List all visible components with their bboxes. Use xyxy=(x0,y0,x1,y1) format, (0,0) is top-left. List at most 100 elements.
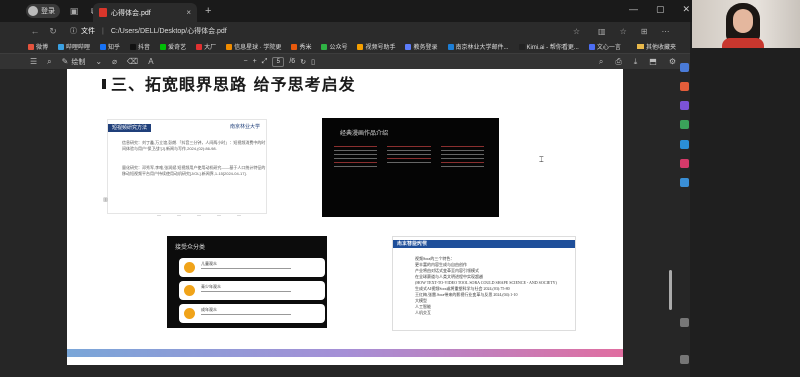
total-pages: /6 xyxy=(289,58,296,65)
bookmark-item[interactable]: 视频号助手 xyxy=(357,42,395,51)
bookmark-favicon-icon xyxy=(518,43,525,50)
search-icon[interactable]: ⌕ xyxy=(599,57,603,67)
workspaces-icon[interactable]: ▣ xyxy=(68,5,80,17)
file-info-icon: ⓘ xyxy=(70,28,77,35)
bookmark-item[interactable]: 哔哩哔哩 xyxy=(58,42,90,51)
webcam-person-shirt xyxy=(722,38,764,48)
zoom-in-icon[interactable]: + xyxy=(253,58,257,65)
read-aloud-icon[interactable]: A xyxy=(148,57,153,66)
bookmark-item[interactable]: 爱奇艺 xyxy=(160,42,186,51)
shopping-icon[interactable] xyxy=(680,82,689,91)
bookmark-item[interactable]: Kimi.ai - 帮你看更... xyxy=(518,42,579,51)
bookmark-item[interactable]: 公众号 xyxy=(321,42,347,51)
highlight-icon[interactable]: ⌀ xyxy=(112,57,117,66)
bookmark-item[interactable]: 微博 xyxy=(28,42,48,51)
text-line xyxy=(440,154,484,155)
bookmark-favicon-icon xyxy=(58,43,65,50)
search-sidebar-icon[interactable] xyxy=(680,63,689,72)
slide-toolbar-item: — xyxy=(157,212,161,217)
collections-icon[interactable]: ⊞ xyxy=(641,27,648,36)
bookmark-label: 秀米 xyxy=(299,45,312,51)
favorite-star-icon[interactable]: ☆ xyxy=(573,27,580,36)
webcam-overlay xyxy=(692,0,800,48)
maximize-button[interactable]: ▢ xyxy=(656,4,665,15)
draw-icon[interactable]: ✎ xyxy=(62,57,69,66)
erase-icon[interactable]: ⌫ xyxy=(127,57,138,66)
bookmark-favicon-icon xyxy=(447,43,454,50)
bookmark-label: 哔哩哔哩 xyxy=(66,45,91,51)
page-heading: 三、拓宽眼界思路 给予思考启发 xyxy=(111,75,356,94)
page-view-icon[interactable]: ▯ xyxy=(311,58,315,66)
bookmark-label: 微博 xyxy=(36,45,49,51)
text-line xyxy=(387,150,431,151)
bookmark-item[interactable]: 文心一言 xyxy=(588,42,621,51)
bookmark-label: 大厂 xyxy=(204,45,217,51)
slide-toolbar: — — — — — xyxy=(157,212,241,217)
text-line xyxy=(334,158,378,159)
audience-card: 成年观众 xyxy=(179,304,325,323)
add-sidebar-icon[interactable] xyxy=(680,318,689,327)
bookmark-item[interactable]: 秀米 xyxy=(291,42,311,51)
minimize-button[interactable]: — xyxy=(629,4,638,15)
new-tab-button[interactable]: + xyxy=(205,5,211,17)
copilot-icon[interactable] xyxy=(680,178,689,187)
close-window-button[interactable]: ✕ xyxy=(682,4,690,15)
contents-icon[interactable]: ☰ xyxy=(30,57,37,66)
bookmark-item[interactable]: 大厂 xyxy=(196,42,216,51)
text-line xyxy=(387,146,431,147)
bookmark-favicon-icon xyxy=(130,43,137,50)
text-line xyxy=(440,146,484,147)
save-icon[interactable]: ⤓ xyxy=(634,57,638,67)
bookmark-label: 教务登录 xyxy=(413,45,438,51)
office-icon[interactable] xyxy=(680,159,689,168)
draw-label[interactable]: 绘制 xyxy=(71,57,85,67)
tools-icon[interactable] xyxy=(680,101,689,110)
right-sidebar xyxy=(690,22,800,377)
page-navigator: − + ⤢ 5 /6 ↻ ▯ xyxy=(244,56,315,67)
page-footer-gradient xyxy=(67,349,623,357)
profile-label: 登录 xyxy=(41,8,55,15)
address-actions: ▥ ☆ ⊞ ⋯ xyxy=(598,27,669,36)
bookmark-favicon-icon xyxy=(321,43,328,50)
dropdown-chevron-icon[interactable]: ⌄ xyxy=(95,57,102,66)
settings-icon[interactable]: ⚙ xyxy=(669,57,676,67)
bookmark-item[interactable]: 南京林业大学邮件... xyxy=(447,42,509,51)
find-icon[interactable]: ⌕ xyxy=(47,57,51,67)
bookmark-item[interactable]: 信息星球 · 学院更 xyxy=(226,42,281,51)
outlook-icon[interactable] xyxy=(680,140,689,149)
address-bar[interactable]: ⓘ 文件 | C:/Users/DELL/Desktop/心得体会.pdf ☆ xyxy=(70,25,580,38)
bookmark-item[interactable]: 教务登录 xyxy=(405,42,438,51)
profile-button[interactable]: 登录 xyxy=(26,4,60,18)
bookmark-favicon-icon xyxy=(226,43,233,50)
tab-close-icon[interactable]: × xyxy=(186,8,191,17)
rotate-icon[interactable]: ↻ xyxy=(300,58,306,66)
text-line xyxy=(440,150,484,151)
bookmark-item[interactable]: 知乎 xyxy=(100,42,120,51)
tab-active[interactable]: 心得体会.pdf × xyxy=(93,3,197,22)
bookmark-item[interactable]: 抖音 xyxy=(130,42,150,51)
back-icon[interactable]: ← xyxy=(28,26,42,36)
save-as-icon[interactable]: ⬒ xyxy=(649,57,657,67)
zoom-out-icon[interactable]: − xyxy=(244,58,248,65)
pdf-file-icon xyxy=(99,8,107,17)
card-icon xyxy=(184,308,195,319)
text-line xyxy=(334,162,378,163)
fit-page-icon[interactable]: ⤢ xyxy=(262,58,268,66)
scrollbar-thumb[interactable] xyxy=(669,270,672,310)
games-icon[interactable] xyxy=(680,120,689,129)
bookmark-favicon-icon xyxy=(100,43,107,50)
address-bar-row: ← ↻ ⓘ 文件 | C:/Users/DELL/Desktop/心得体会.pd… xyxy=(0,22,690,40)
bookmark-favicon-icon xyxy=(291,43,298,50)
page-number-input[interactable]: 5 xyxy=(272,56,285,67)
card-title: 儿童观众 xyxy=(201,261,217,266)
card-icon xyxy=(184,285,195,296)
more-menu-icon[interactable]: ⋯ xyxy=(661,27,669,36)
split-screen-icon[interactable]: ▥ xyxy=(598,27,606,36)
favorites-icon[interactable]: ☆ xyxy=(620,27,627,36)
slide-header: 人工智能时代 南京林业大学 xyxy=(393,240,575,248)
refresh-icon[interactable]: ↻ xyxy=(46,26,60,37)
print-icon[interactable]: ⎙ xyxy=(615,57,621,67)
sidebar-settings-icon[interactable] xyxy=(680,355,689,364)
slide-classic-works: 经典漫画作品介绍 xyxy=(322,118,499,217)
other-favorites-folder[interactable]: 其他收藏夹 xyxy=(636,42,676,51)
